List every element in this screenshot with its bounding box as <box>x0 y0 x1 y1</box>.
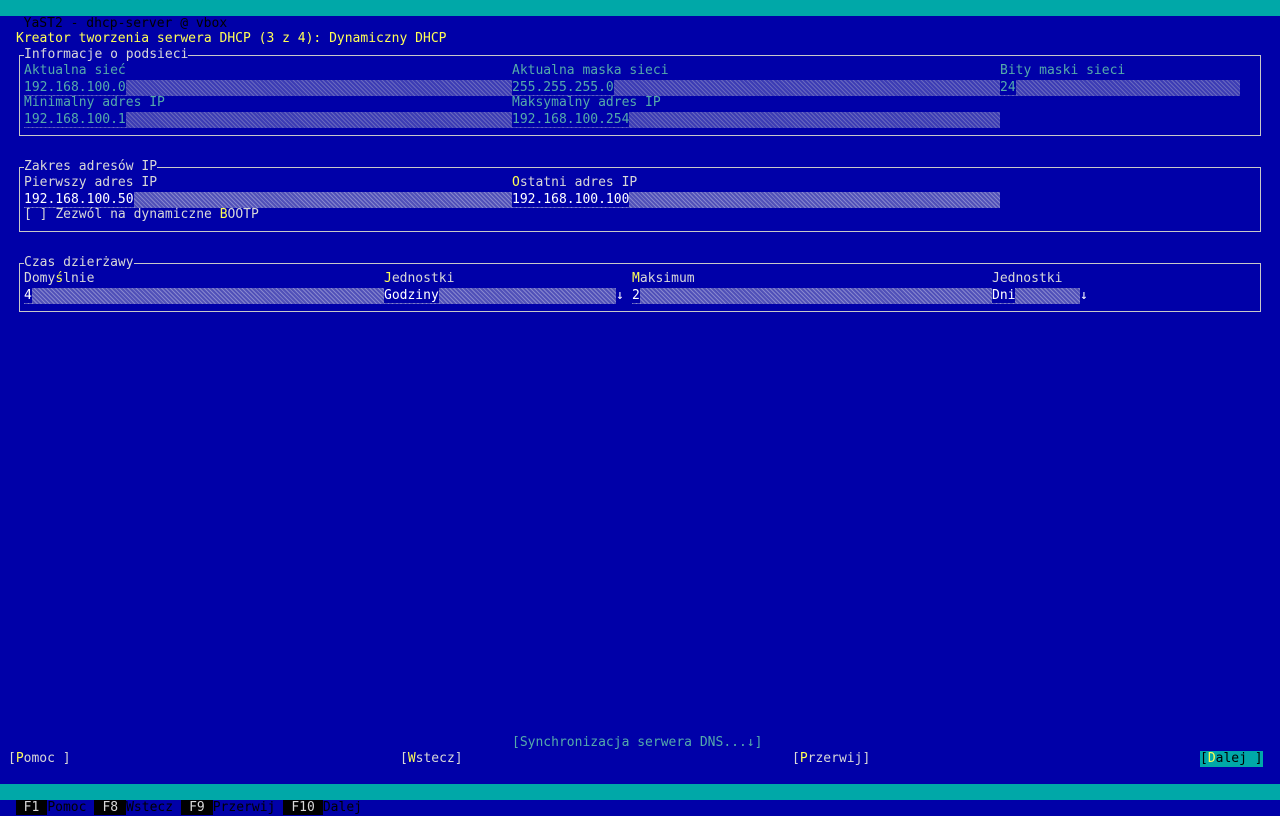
fkey-f8[interactable]: F8 Wstecz <box>94 800 181 816</box>
help-button-open: [ <box>8 751 16 766</box>
help-button[interactable]: [Pomoc ] <box>8 751 71 767</box>
network-value: 192.168.100.0 <box>24 80 126 95</box>
last-ip-input[interactable]: 192.168.100.100 <box>512 192 1000 208</box>
fkey-f10[interactable]: F10 Dalej <box>283 800 370 816</box>
back-button-open: [ <box>400 751 408 766</box>
units1-label-hotkey: J <box>384 271 392 286</box>
last-ip-value: 192.168.100.100 <box>512 192 630 207</box>
units2-select[interactable]: Dni <box>992 288 1080 304</box>
default-lease-label: Domyślnie <box>24 271 94 287</box>
max-ip-label: Maksymalny adres IP <box>512 95 661 110</box>
next-button-hotkey: D <box>1207 751 1216 766</box>
subnet-info-legend: Informacje o podsieci <box>24 47 189 63</box>
ip-range-legend: Zakres adresów IP <box>24 159 158 175</box>
default-lease-input[interactable]: 4 <box>24 288 384 304</box>
help-button-hotkey: P <box>15 751 24 766</box>
max-ip-value: 192.168.100.254 <box>512 112 630 127</box>
next-button[interactable]: [Dalej ] <box>1200 751 1263 767</box>
back-button[interactable]: [Wstecz] <box>400 751 463 767</box>
netmask-bits-label: Bity maski sieci <box>1000 63 1126 78</box>
fkey-f1[interactable]: F1 Pomoc <box>15 800 95 816</box>
units1-label-rest: ednostki <box>391 271 455 286</box>
first-ip-value: 192.168.100.50 <box>24 192 134 207</box>
default-lease-label-post: lnie <box>63 271 95 286</box>
fkey-f10-key: F10 <box>283 800 323 815</box>
back-button-rest: stecz] <box>415 751 463 766</box>
default-lease-label-pre: Domy <box>24 271 56 286</box>
abort-button-open: [ <box>792 751 800 766</box>
netmask-bits-value: 24 <box>1000 80 1016 95</box>
netmask-bits-field: 24 <box>1000 80 1240 96</box>
help-button-rest: omoc ] <box>23 751 71 766</box>
max-lease-input[interactable]: 2 <box>632 288 992 304</box>
next-button-open: [ <box>1200 751 1208 766</box>
bootp-checkbox-row[interactable]: [ ] Zezwól na dynamiczne BOOTP <box>24 207 259 223</box>
min-ip-label: Minimalny adres IP <box>24 95 165 110</box>
bootp-label-post: OOTP <box>227 207 259 222</box>
bootp-label-pre: Zezwól na dynamiczne <box>55 207 220 222</box>
last-ip-label-rest: statni adres IP <box>519 175 638 190</box>
back-button-hotkey: W <box>407 751 416 766</box>
next-button-rest: alej ] <box>1215 751 1263 766</box>
default-lease-value: 4 <box>24 288 32 303</box>
max-ip-field: 192.168.100.254 <box>512 112 1000 128</box>
units1-value: Godziny <box>384 288 439 303</box>
units2-dropdown-arrow-icon[interactable]: ↓ <box>1080 288 1088 304</box>
bootp-label-hotkey: B <box>219 207 228 222</box>
netmask-value: 255.255.255.0 <box>512 80 614 95</box>
fkey-f9-label: Przerwij <box>212 800 276 815</box>
network-field: 192.168.100.0 <box>24 80 512 96</box>
units1-label: Jednostki <box>384 271 454 287</box>
fkey-f8-key: F8 <box>94 800 127 815</box>
last-ip-label: Ostatni adres IP <box>512 175 637 191</box>
units2-label: Jednostki <box>992 271 1063 286</box>
abort-button-hotkey: P <box>799 751 808 766</box>
units1-select[interactable]: Godziny <box>384 288 616 304</box>
min-ip-field: 192.168.100.1 <box>24 112 512 128</box>
units1-dropdown-arrow-icon[interactable]: ↓ <box>616 288 624 304</box>
first-ip-label: Pierwszy adres IP <box>24 175 158 190</box>
fkey-f1-label: Pomoc <box>47 800 87 815</box>
units2-value: Dni <box>992 288 1016 303</box>
default-lease-label-hotkey: ś <box>55 271 64 286</box>
netmask-field: 255.255.255.0 <box>512 80 1000 96</box>
dialog-heading: Kreator tworzenia serwera DHCP (3 z 4): … <box>16 31 447 46</box>
bootp-checkbox[interactable]: [ ] <box>24 207 47 222</box>
netmask-label: Aktualna maska sieci <box>512 63 669 78</box>
fkey-f9[interactable]: F9 Przerwij <box>181 800 283 816</box>
abort-button[interactable]: [Przerwij] <box>792 751 870 767</box>
window-title: YaST2 - dhcp-server @ vbox <box>23 16 228 31</box>
first-ip-input[interactable]: 192.168.100.50 <box>24 192 512 208</box>
max-lease-value: 2 <box>632 288 640 303</box>
network-label: Aktualna sieć <box>24 63 126 78</box>
fkey-f10-label: Dalej <box>322 800 362 815</box>
fkey-f8-label: Wstecz <box>126 800 174 815</box>
window-title-bar: YaST2 - dhcp-server @ vbox <box>0 0 1280 31</box>
abort-button-rest: rzerwij] <box>807 751 871 766</box>
max-lease-label-rest: aksimum <box>639 271 695 286</box>
min-ip-value: 192.168.100.1 <box>24 112 126 127</box>
fkey-f1-key: F1 <box>15 800 48 815</box>
lease-time-legend: Czas dzierżawy <box>24 255 134 271</box>
fkey-f9-key: F9 <box>181 800 213 815</box>
function-key-bar: F1 Pomoc F8 Wstecz F9 Przerwij F10 Dalej <box>0 784 1280 815</box>
max-lease-label: Maksimum <box>632 271 695 287</box>
last-ip-label-hotkey: O <box>512 175 520 190</box>
dns-sync-button[interactable]: [Synchronizacja serwera DNS...↓] <box>512 735 762 751</box>
max-lease-label-hotkey: M <box>632 271 640 286</box>
